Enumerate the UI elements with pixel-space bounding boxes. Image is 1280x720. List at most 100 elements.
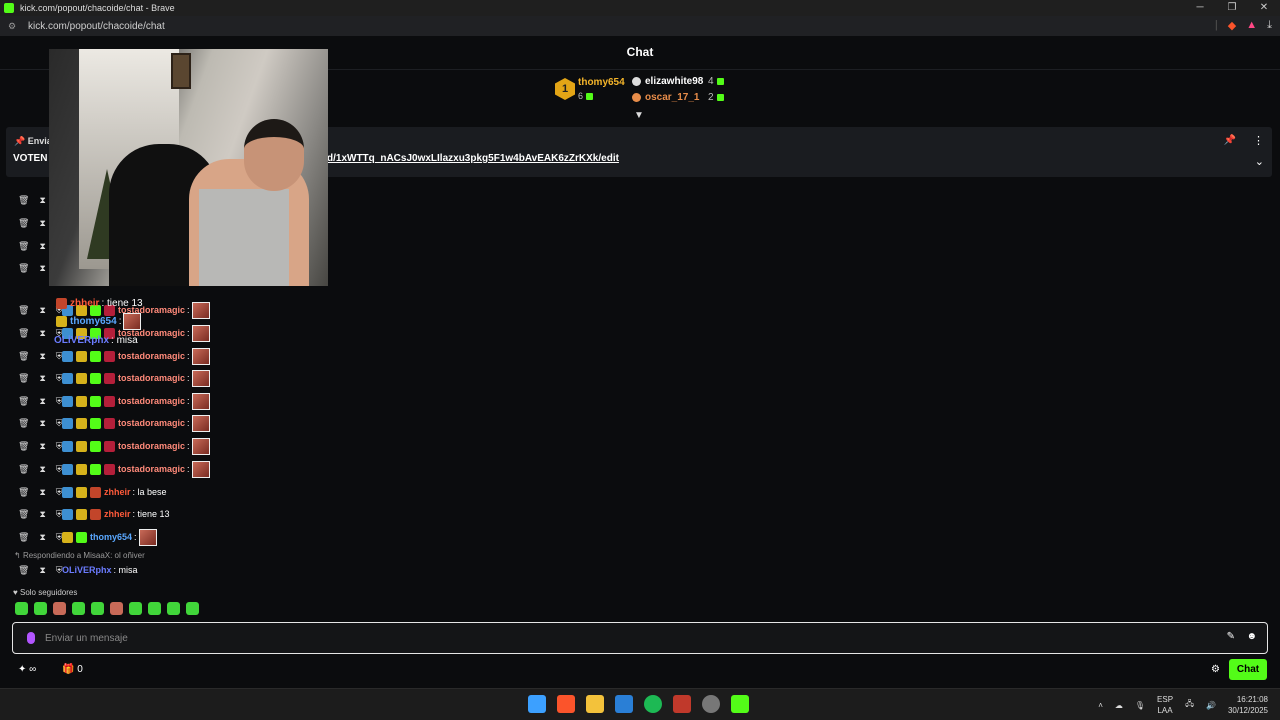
send-chat-button[interactable]: Chat — [1229, 659, 1267, 680]
chat-username[interactable]: tostadoramagic — [118, 441, 185, 451]
emote-icon[interactable] — [53, 602, 66, 615]
emote-icon[interactable] — [148, 602, 161, 615]
brave-rewards-icon[interactable]: ▲ — [1246, 19, 1257, 32]
site-info-icon[interactable]: ⚙ — [8, 21, 20, 32]
delete-icon[interactable]: 🗑 — [18, 509, 29, 520]
minimize-button[interactable]: ─ — [1184, 0, 1216, 16]
bing-icon[interactable] — [615, 695, 633, 713]
delete-icon[interactable]: 🗑 — [18, 565, 29, 576]
delete-icon[interactable]: 🗑 — [18, 328, 29, 339]
chat-username[interactable]: tostadoramagic — [118, 373, 185, 383]
chat-username[interactable]: zhheir — [104, 509, 131, 519]
gift-counter[interactable]: 🎁 0 — [62, 664, 83, 675]
delete-icon[interactable]: 🗑 — [18, 487, 29, 498]
brave-shield-icon[interactable]: ◆ — [1228, 19, 1236, 32]
download-icon[interactable]: ⤓ — [1267, 19, 1272, 32]
translate-icon[interactable]: ✎ — [1227, 631, 1235, 642]
mic-icon[interactable] — [27, 632, 35, 644]
obs-app-icon[interactable] — [673, 695, 691, 713]
file-explorer-icon[interactable] — [586, 695, 604, 713]
restore-button[interactable]: ❐ — [1216, 0, 1248, 16]
timeout-icon[interactable]: ⧗ — [39, 241, 45, 252]
channel-points[interactable]: ✦ ∞ — [18, 664, 36, 675]
chat-input-box[interactable]: ✎ ☻ — [12, 622, 1268, 654]
timeout-icon[interactable]: ⧗ — [39, 218, 45, 229]
settings-gear-icon[interactable]: ⚙ — [1211, 664, 1220, 675]
chat-username[interactable]: thomy654 — [90, 532, 132, 542]
language-indicator[interactable]: ESP LAA — [1157, 694, 1173, 716]
emote-icon[interactable] — [15, 602, 28, 615]
emote-icon[interactable] — [110, 602, 123, 615]
timeout-icon[interactable]: ⧗ — [39, 305, 45, 316]
network-icon[interactable]: 🖧 — [1185, 698, 1194, 712]
emote-icon[interactable] — [186, 602, 199, 615]
timeout-icon[interactable]: ⧗ — [39, 263, 45, 274]
delete-icon[interactable]: 🗑 — [18, 532, 29, 543]
clock[interactable]: 16:21:08 30/12/2025 — [1228, 694, 1268, 716]
mic-tray-icon[interactable]: 🎙 — [1135, 701, 1145, 710]
leader-3-name-wrap[interactable]: oscar_17_1 — [632, 92, 700, 103]
chat-username[interactable]: tostadoramagic — [118, 396, 185, 406]
address-bar[interactable]: ⚙ kick.com/popout/chacoide/chat | ◆ ▲ ⤓ — [0, 16, 1280, 36]
tray-expand-icon[interactable]: ˄ — [1098, 701, 1103, 710]
delete-icon[interactable]: 🗑 — [18, 418, 29, 429]
timeout-icon[interactable]: ⧗ — [39, 396, 45, 407]
chat-username[interactable]: tostadoramagic — [118, 351, 185, 361]
delete-icon[interactable]: 🗑 — [18, 195, 29, 206]
delete-icon[interactable]: 🗑 — [18, 241, 29, 252]
leader-1-name[interactable]: thomy654 — [578, 77, 625, 88]
delete-icon[interactable]: 🗑 — [18, 441, 29, 452]
chat-username[interactable]: tostadoramagic — [118, 418, 185, 428]
leader-2-name[interactable]: elizawhite98 — [645, 76, 703, 87]
timeout-icon[interactable]: ⧗ — [39, 373, 45, 384]
chevron-down-icon[interactable]: ⌄ — [1255, 155, 1264, 168]
cloud-icon[interactable]: ☁ — [1115, 701, 1123, 710]
delete-icon[interactable]: 🗑 — [18, 464, 29, 475]
kick-app-icon[interactable] — [731, 695, 749, 713]
delete-icon[interactable]: 🗑 — [18, 263, 29, 274]
timeout-icon[interactable]: ⧗ — [39, 532, 45, 543]
delete-icon[interactable]: 🗑 — [18, 218, 29, 229]
leader-3-name[interactable]: oscar_17_1 — [645, 92, 700, 103]
brave-browser-icon[interactable] — [557, 695, 575, 713]
webcam-video-overlay[interactable] — [49, 49, 328, 286]
leader-2-name-wrap[interactable]: elizawhite98 — [632, 76, 703, 87]
volume-icon[interactable]: 🔊 — [1206, 701, 1216, 710]
spotify-icon[interactable] — [644, 695, 662, 713]
expand-leaderboard-icon[interactable]: ▼ — [634, 110, 644, 121]
emote-icon[interactable] — [34, 602, 47, 615]
overlay-username[interactable]: OLiVERphx — [54, 335, 109, 346]
delete-icon[interactable]: 🗑 — [18, 305, 29, 316]
chrome-icon[interactable] — [702, 695, 720, 713]
chat-username[interactable]: OLiVERphx — [62, 565, 112, 575]
timeout-icon[interactable]: ⧗ — [39, 418, 45, 429]
windows-start-icon[interactable] — [528, 695, 546, 713]
timeout-icon[interactable]: ⧗ — [39, 487, 45, 498]
pin-icon[interactable]: 📌 — [1224, 135, 1236, 146]
emote-icon[interactable] — [129, 602, 142, 615]
overlay-username[interactable]: thomy654 — [70, 316, 117, 327]
pinned-link[interactable]: d/1xWTTq_nACsJ0wxLIlazxu3pkg5F1w4bAvEAK6… — [327, 153, 619, 164]
timeout-icon[interactable]: ⧗ — [39, 195, 45, 206]
timeout-icon[interactable]: ⧗ — [39, 441, 45, 452]
overlay-text: tiene 13 — [107, 297, 143, 309]
emote-icon[interactable] — [91, 602, 104, 615]
chat-username[interactable]: zhheir — [104, 487, 131, 497]
close-button[interactable]: ✕ — [1248, 0, 1280, 16]
timeout-icon[interactable]: ⧗ — [39, 509, 45, 520]
timeout-icon[interactable]: ⧗ — [39, 328, 45, 339]
emote-icon[interactable] — [72, 602, 85, 615]
timeout-icon[interactable]: ⧗ — [39, 351, 45, 362]
emote-icon[interactable] — [167, 602, 180, 615]
overlay-username[interactable]: zhheir — [70, 298, 99, 309]
more-options-icon[interactable]: ⋮ — [1253, 134, 1264, 147]
delete-icon[interactable]: 🗑 — [18, 351, 29, 362]
url-text[interactable]: kick.com/popout/chacoide/chat — [28, 21, 165, 32]
chat-username[interactable]: tostadoramagic — [118, 464, 185, 474]
message-input[interactable] — [45, 629, 1195, 647]
timeout-icon[interactable]: ⧗ — [39, 565, 45, 576]
delete-icon[interactable]: 🗑 — [18, 396, 29, 407]
delete-icon[interactable]: 🗑 — [18, 373, 29, 384]
timeout-icon[interactable]: ⧗ — [39, 464, 45, 475]
emoji-icon[interactable]: ☻ — [1246, 631, 1257, 642]
